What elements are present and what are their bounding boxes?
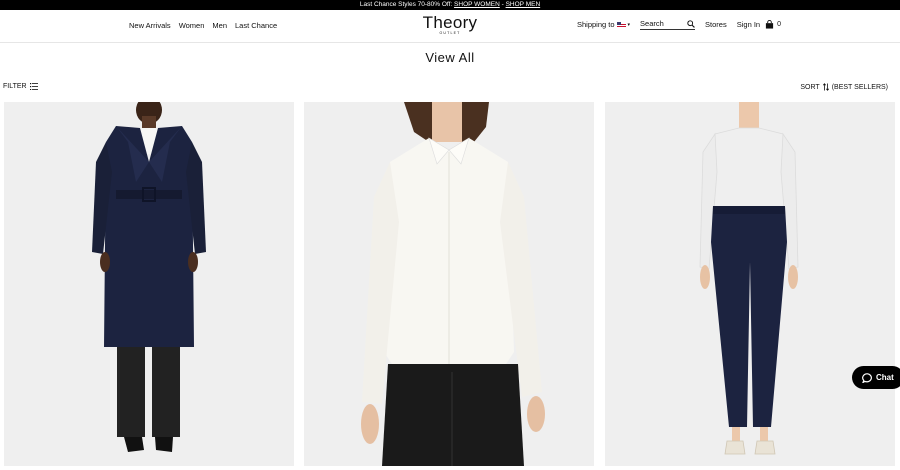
page-title: View All <box>425 50 475 65</box>
search-input[interactable]: Search <box>640 19 696 30</box>
filter-list-icon <box>29 83 38 90</box>
logo-wordmark: Theory <box>422 13 478 32</box>
shopping-bag-icon <box>765 20 774 29</box>
shipping-selector[interactable]: Shipping to ▾ <box>577 20 630 29</box>
sign-in-link[interactable]: Sign In <box>737 20 760 29</box>
shipping-label: Shipping to <box>577 20 615 29</box>
nav-item-women[interactable]: Women <box>179 21 205 30</box>
nav-item-last-chance[interactable]: Last Chance <box>235 21 277 30</box>
silk-blouse-model-image <box>361 102 545 466</box>
sort-label: SORT <box>800 83 820 91</box>
promo-text: Last Chance Styles 70-80% Off: <box>359 1 455 8</box>
site-header: New Arrivals Women Men Last Chance Theor… <box>0 10 900 43</box>
sort-value: (BEST SELLERS) <box>831 83 888 91</box>
header-utilities: Shipping to ▾ Search Stores Sign In 0 <box>577 19 781 30</box>
shopping-bag-button[interactable]: 0 <box>765 20 781 29</box>
filter-button[interactable]: FILTER <box>3 83 38 90</box>
main-nav: New Arrivals Women Men Last Chance <box>129 21 277 30</box>
nav-item-men[interactable]: Men <box>212 21 227 30</box>
product-card[interactable] <box>605 102 895 466</box>
sort-arrows-icon <box>822 83 829 91</box>
stores-link[interactable]: Stores <box>705 20 727 29</box>
trench-coat-model-image <box>92 102 206 452</box>
chat-button[interactable]: Chat <box>852 366 900 389</box>
product-card[interactable] <box>304 102 594 466</box>
tailored-pants-model-image <box>699 102 799 455</box>
theory-logo[interactable]: Theory OUTLET <box>414 14 486 36</box>
bag-count: 0 <box>777 21 781 28</box>
nav-item-new-arrivals[interactable]: New Arrivals <box>129 21 171 30</box>
sort-button[interactable]: SORT (BEST SELLERS) <box>800 83 888 91</box>
chat-label: Chat <box>876 373 894 382</box>
search-placeholder: Search <box>640 19 664 28</box>
chevron-down-icon: ▾ <box>627 21 631 28</box>
chat-bubble-icon <box>862 372 872 383</box>
shop-women-link[interactable]: SHOP WOMEN <box>454 1 500 8</box>
filter-label: FILTER <box>3 83 27 90</box>
search-icon[interactable] <box>687 19 695 28</box>
us-flag-icon <box>616 21 626 28</box>
shop-men-link[interactable]: SHOP MEN <box>506 1 541 8</box>
product-card[interactable] <box>4 102 294 466</box>
promo-bar: Last Chance Styles 70-80% Off: SHOP WOME… <box>0 0 900 10</box>
